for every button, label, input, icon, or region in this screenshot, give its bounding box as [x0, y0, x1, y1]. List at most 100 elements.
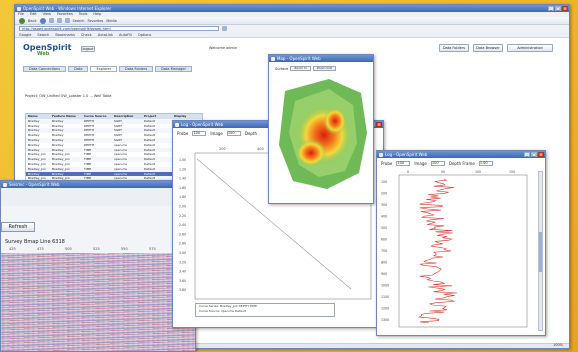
stop-icon[interactable]: [48, 18, 54, 23]
log-y-tick: 700: [381, 249, 387, 253]
seismic-tick: 550: [121, 247, 128, 251]
log-y-tick: 1000: [381, 284, 389, 288]
logo-sub: Web: [37, 51, 50, 57]
window-icon: [271, 56, 275, 61]
log-frame: [398, 174, 528, 328]
app-tabs: Data Connections Data Explorer Data Fold…: [23, 66, 192, 72]
seismic-tick: 425: [9, 247, 16, 251]
refresh-icon[interactable]: [56, 18, 62, 23]
plot-y-tick: 2.60: [179, 232, 186, 236]
image-field[interactable]: 100: [430, 161, 445, 166]
menu-edit[interactable]: Edit: [30, 12, 37, 17]
data-folders-button[interactable]: Data Folders: [439, 44, 469, 52]
image-label: Image: [210, 131, 223, 136]
menu-view[interactable]: View: [43, 12, 51, 17]
surface-heatmap[interactable]: [269, 73, 374, 203]
link-autolink[interactable]: AutoLink: [98, 32, 113, 37]
zoom-in-button[interactable]: Zoom In: [290, 66, 311, 71]
zoom-level[interactable]: 100%: [553, 343, 563, 348]
log-y-ticks: 100 200 300 400 500 600 700 800 900 1000 1100 1200 1…: [381, 180, 389, 322]
menu-help[interactable]: Help: [93, 12, 101, 17]
probe-field[interactable]: 100: [396, 161, 411, 166]
tab-data-folders[interactable]: Data Folders: [119, 66, 154, 72]
plot-y-tick: 1.00: [179, 158, 186, 162]
maximize-button[interactable]: □: [531, 152, 537, 157]
tab-data-connections[interactable]: Data Connections: [23, 66, 67, 72]
browser-toolbar: Back Search Favorites Media: [15, 17, 569, 25]
map-titlebar[interactable]: Map - OpenSpirit Web: [269, 55, 373, 62]
seismic-axis: 425 475 500 525 550 575: [1, 247, 195, 252]
home-icon[interactable]: [64, 18, 70, 23]
administration-button[interactable]: Administration: [507, 44, 553, 52]
back-button[interactable]: [19, 17, 25, 24]
logout-button[interactable]: logout: [81, 46, 95, 52]
log-y-tick: 500: [381, 226, 387, 230]
seismic-title: Survey Bmap Line 6318: [5, 239, 65, 245]
back-label: Back: [28, 18, 37, 23]
tab-explorer[interactable]: Explorer: [90, 66, 118, 72]
close-button[interactable]: ×: [562, 6, 568, 11]
seismic-tick: 575: [149, 247, 156, 251]
welcome-text: Welcome admin: [209, 46, 238, 50]
window-icon: [3, 182, 7, 187]
forward-button[interactable]: [39, 17, 46, 24]
seismic-tick: 500: [65, 247, 72, 251]
probe-label: Probe: [381, 161, 393, 166]
browser-titlebar[interactable]: OpenSpirit Web - Windows Internet Explor…: [15, 5, 569, 12]
minimize-button[interactable]: _: [524, 152, 530, 157]
plot-y-tick: 1.20: [179, 167, 186, 171]
log-scrollbar[interactable]: [538, 171, 543, 331]
depth-frame-field[interactable]: 1.00: [478, 161, 493, 166]
link-options[interactable]: Options: [138, 32, 152, 37]
maximize-button[interactable]: □: [555, 6, 561, 11]
log-y-tick: 1200: [381, 307, 389, 311]
seismic-toolbar: [1, 188, 195, 206]
plot-y-tick: 2.00: [179, 205, 186, 209]
link-check[interactable]: Check: [81, 32, 92, 37]
map-hotspot: [295, 139, 327, 167]
seismic-section-image[interactable]: [1, 253, 195, 351]
image-field[interactable]: 100: [226, 131, 241, 136]
window-controls: _ □ ×: [548, 6, 568, 11]
log-window: Log - OpenSpirit Web _ □ × Probe 100 Ima…: [376, 150, 546, 336]
menu-file[interactable]: File: [18, 12, 24, 17]
log-x-tick: 150: [509, 170, 515, 174]
scroll-thumb[interactable]: [539, 232, 542, 272]
minimize-button[interactable]: _: [548, 6, 554, 11]
menu-favorites[interactable]: Favorites: [57, 12, 73, 17]
map-hotspot: [323, 107, 347, 135]
log-window-title: Log - OpenSpirit Web: [385, 152, 428, 157]
tab-data[interactable]: Data: [68, 66, 89, 72]
menu-tools[interactable]: Tools: [79, 12, 88, 17]
plot-window-title: Log - OpenSpirit Web: [181, 122, 224, 127]
zoom-out-button[interactable]: Zoom Out: [312, 66, 336, 71]
link-autofill[interactable]: AutoFill: [119, 32, 132, 37]
probe-field[interactable]: 100: [192, 131, 207, 136]
map-controls: Surface Zoom In Zoom Out: [275, 66, 336, 71]
seismic-titlebar[interactable]: Seismic - OpenSpirit Web: [1, 181, 195, 188]
seismic-window: Seismic - OpenSpirit Web Refresh Survey …: [0, 180, 196, 352]
log-y-tick: 300: [381, 203, 387, 207]
close-button[interactable]: ×: [376, 122, 382, 127]
log-curve-plot[interactable]: 0 50 100 150 100200300400500600700800900100…: [377, 169, 537, 335]
seismic-tick: 525: [93, 247, 100, 251]
address-input[interactable]: http://osgwt.openspirit.com/openspirit/o…: [19, 26, 219, 31]
project-line: Project: OW_Unified OW_Lobster 1.0 ... W…: [25, 94, 112, 98]
favorites-label[interactable]: Favorites: [88, 19, 104, 23]
link-bookmarks[interactable]: Bookmarks: [55, 32, 75, 37]
window-icon: [175, 122, 179, 127]
tab-data-manager[interactable]: Data Manager: [155, 66, 192, 72]
link-search[interactable]: Search: [37, 32, 49, 37]
map-surface-label: Surface: [275, 66, 289, 71]
close-button[interactable]: ×: [538, 152, 544, 157]
plot-y-tick: 1.40: [179, 177, 186, 181]
search-label[interactable]: Search: [73, 19, 85, 23]
log-y-tick: 1300: [381, 318, 389, 322]
log-titlebar[interactable]: Log - OpenSpirit Web _ □ ×: [377, 151, 545, 158]
link-google[interactable]: Google: [19, 32, 31, 37]
media-label[interactable]: Media: [106, 19, 117, 23]
data-browser-button[interactable]: Data Browser: [473, 44, 503, 52]
refresh-button[interactable]: Refresh: [1, 222, 35, 232]
plot-y-ticks: 1.00 1.20 1.40 1.60 1.80 2.00 2.20 2.40 2.60 2.80…: [179, 158, 186, 292]
go-icon[interactable]: [222, 26, 227, 31]
